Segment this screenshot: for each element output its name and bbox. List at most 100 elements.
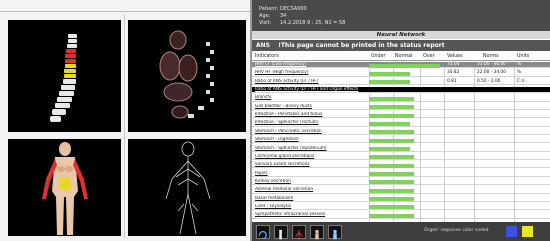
indicator-bar [369,71,411,76]
organs-model [159,30,214,119]
table-row[interactable]: Liver - Glycolysis [252,204,550,211]
indicator-label: Sympathetic intracranial vessels [255,212,326,218]
indicator-unit: C.U [517,78,525,84]
organs-icon[interactable] [328,225,342,240]
header-normal: Normal [395,54,413,59]
table-header: Indicators Under Normal Over Values Norm… [252,53,550,61]
nerve-icon[interactable] [292,225,306,240]
table-row[interactable]: Intestine - Peristalsis and tonus [252,112,550,119]
spine-viewer[interactable] [8,20,121,132]
table-row[interactable]: Stomach - Sphincter (duodenum) [252,146,550,152]
legend-text: Organ' response color coded [424,228,489,233]
indicator-bar [369,197,414,202]
indicator-bar [369,113,414,118]
visit-value: 14.2.2018 9 : 25, N1 = 58 [280,20,346,26]
header-values: Values [447,54,463,59]
body-icon[interactable] [310,225,324,240]
indicator-bar [369,147,411,151]
table-row[interactable]: HRV LF (Low frequency) 73.04 33.00 - 46.00… [252,62,550,69]
blue-swatch [506,226,517,237]
table-row[interactable]: Ratio of ANS activity (LF / HF) and Orga… [252,87,550,94]
header-indicators: Indicators [255,54,279,59]
indicator-label: Salivary Gland secretions [255,162,310,168]
indicator-bar [369,138,414,143]
patient-label: Patient: [259,6,279,12]
indicator-bar [369,155,414,160]
indicator-label: Intestine - Peristalsis and tonus [255,112,323,118]
indicator-norm: 33.00 - 46.00 [477,62,506,67]
patient-row: Patient: DECSA000 [259,6,550,13]
patient-value: DECSA000 [280,6,307,12]
indicator-bar [369,188,414,193]
indicator-norm: 22.00 - 34.00 [477,70,506,76]
rotate-icon[interactable] [256,225,270,240]
table-row[interactable]: Ratio of ANS activity (LF / HF) 0.81 0.50 … [252,79,550,85]
indicator-bar [369,213,414,218]
age-value: 34 [280,13,287,19]
indicator-label: Stomach - Digestion [255,137,299,143]
table-row[interactable]: Intestine - Sphincter (rectum) [252,120,550,127]
viewer-divider [124,14,125,238]
indicator-label: Kidney secretion [255,178,291,184]
age-row: Age: 34 [259,13,550,20]
indicator-label: Bronchi [255,95,272,101]
table-row[interactable]: Kidney secretion [252,178,550,186]
table-row[interactable]: HRV HF (High frequency) 30.82 22.00 - 34.0… [252,70,550,77]
indicator-label: Ratio of ANS activity (LF / HF) [255,78,319,84]
table-row[interactable]: Stomach - Digestion [252,137,550,144]
indicator-bar [369,80,411,85]
spine-icon[interactable] [274,225,288,240]
report-panel: Patient: DECSA000 Age: 34 Visit: 14.2.20… [252,0,550,241]
table-row[interactable]: Stomach - Pancreatic secretion [252,128,550,136]
indicator-label: Intestine - Sphincter (rectum) [255,120,319,126]
table-row[interactable]: Pupils [252,171,550,177]
indicator-bar [369,163,414,168]
indicator-label: Pupils [255,170,268,176]
header-units: Units [517,54,530,59]
indicator-label: Stomach - Sphincter (duodenum) [255,145,327,151]
indicator-bar [369,63,441,68]
indicator-label: Ratio of ANS activity (LF / HF) and Orga… [255,87,359,93]
ans-code: ANS [256,42,270,49]
body-viewer[interactable] [8,139,121,236]
indicator-label: Lachrymal gland secretions [255,153,315,159]
indicator-unit: % [517,62,522,67]
nerve-model [165,141,211,235]
indicator-bar [369,205,414,210]
indicator-table: HRV LF (Low frequency) 73.04 33.00 - 46.00… [252,62,550,222]
table-row[interactable]: Lachrymal gland secretions [252,153,550,161]
patient-info: Patient: DECSA000 Age: 34 Visit: 14.2.20… [252,0,550,31]
indicator-norm: 0.50 - 2.00 [477,78,501,84]
body-model [42,142,88,235]
indicator-value: 73.04 [447,62,460,67]
panel-title: Neural Network [252,31,550,39]
spine-model [50,34,77,122]
header-under: Under [371,54,386,59]
indicator-label: HRV LF (Low frequency) [255,62,307,67]
indicator-label: Basal metabolism [255,195,294,201]
ans-message: !This page cannot be printed in the stat… [278,42,445,49]
table-row[interactable]: Salivary Gland secretions [252,162,550,169]
table-row[interactable]: Sympathetic intracranial vessels [252,212,550,219]
indicator-bar [369,180,414,185]
indicator-bar [369,105,414,110]
table-row[interactable]: Bronchi [252,95,550,102]
indicator-bar [369,96,414,101]
visit-row: Visit: 14.2.2018 9 : 25, N1 = 58 [259,20,550,27]
table-row[interactable]: Adrenal medullar secretion [252,187,550,194]
app-window: Patient: DECSA000 Age: 34 Visit: 14.2.20… [0,0,550,241]
yellow-swatch [522,226,533,237]
age-label: Age: [259,13,271,19]
table-row[interactable]: Gall bladder - Biliary ducts [252,104,550,111]
indicator-bar [369,121,411,126]
table-row[interactable]: Basal metabolism [252,196,550,202]
organs-viewer[interactable] [128,20,246,132]
indicator-label: Stomach - Pancreatic secretion [255,128,322,134]
indicator-bar [369,130,414,135]
bottom-toolbar: Organ' response color coded [252,222,550,241]
indicator-label: Adrenal medullar secretion [255,187,314,193]
indicator-unit: % [517,70,522,76]
nervous-system-viewer[interactable] [128,139,246,236]
visit-label: Visit: [259,20,272,26]
indicator-value: 30.82 [447,70,460,76]
